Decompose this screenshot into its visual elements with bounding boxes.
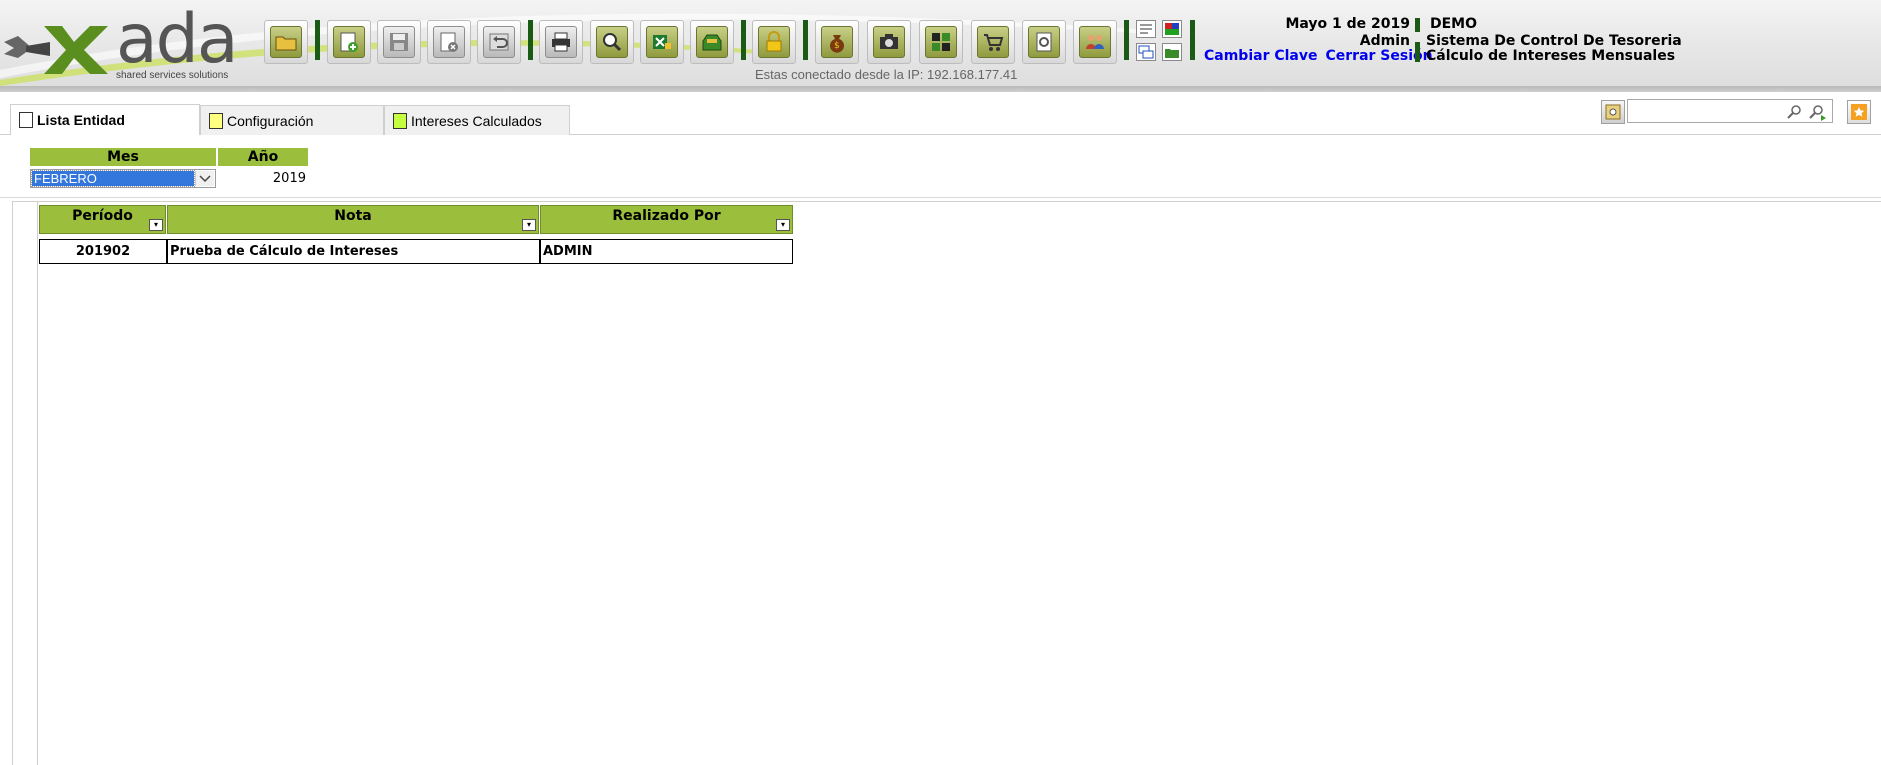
excel-icon <box>653 35 671 49</box>
year-header: Año <box>218 148 308 166</box>
list-view-icon[interactable] <box>1136 20 1156 38</box>
cell-realizado-por[interactable]: ADMIN <box>540 239 793 264</box>
search-box <box>1627 99 1833 123</box>
camera-icon <box>880 34 898 49</box>
windows-icon[interactable] <box>1136 43 1156 61</box>
lock-icon <box>766 31 782 52</box>
save-button[interactable] <box>377 20 421 64</box>
inbox-icon <box>702 34 722 51</box>
calculated-document-icon <box>393 112 407 129</box>
open-folder-button[interactable] <box>264 20 308 64</box>
grid-left-border <box>37 201 38 765</box>
new-button[interactable] <box>327 20 371 64</box>
column-header-nota[interactable]: Nota ▾ <box>167 205 539 234</box>
config-document-icon <box>209 112 223 129</box>
search-options-icon <box>1605 104 1621 120</box>
header-bottom-bar <box>0 86 1881 92</box>
money-bag-icon: $ <box>830 35 844 53</box>
toolbar-separator <box>315 20 320 60</box>
column-header-label: Realizado Por <box>612 208 721 224</box>
month-dropdown-button[interactable] <box>195 171 214 186</box>
filter-dropdown-icon[interactable]: ▾ <box>522 219 536 231</box>
toolbar-separator <box>1190 20 1195 60</box>
app-header: ada shared services solutions $ Estas co… <box>0 0 1881 86</box>
new-document-icon <box>340 32 358 52</box>
ada-logo: ada shared services solutions <box>4 0 244 82</box>
list-document-icon <box>19 112 33 128</box>
flag-icon[interactable] <box>1162 20 1182 38</box>
tab-label: Configuración <box>227 112 314 129</box>
column-header-label: Período <box>72 208 133 224</box>
module-name: Cálculo de Intereses Mensuales <box>1426 48 1676 64</box>
users-icon <box>1086 35 1104 49</box>
search-options-button[interactable] <box>1601 100 1625 124</box>
column-header-periodo[interactable]: Período ▾ <box>39 205 166 234</box>
cell-periodo[interactable]: 201902 <box>39 239 167 264</box>
column-header-realizado-por[interactable]: Realizado Por ▾ <box>540 205 793 234</box>
month-selected-value: FEBRERO <box>31 170 195 187</box>
inbox-button[interactable] <box>690 20 734 64</box>
cart-button[interactable] <box>971 20 1015 64</box>
toolbar-separator <box>1124 20 1129 60</box>
system-name: Sistema De Control De Tesoreria <box>1426 33 1682 49</box>
svg-text:$: $ <box>834 41 840 51</box>
settings-icon <box>1036 32 1052 52</box>
toolbar-separator <box>803 20 808 60</box>
search-next-icon[interactable] <box>1808 103 1828 121</box>
tab-lista-entidad[interactable]: Lista Entidad <box>10 104 200 135</box>
tab-intereses-calculados[interactable]: Intereses Calculados <box>384 105 570 135</box>
delete-button[interactable] <box>427 20 471 64</box>
export-excel-button[interactable] <box>640 20 684 64</box>
delete-icon <box>440 32 458 52</box>
search-input[interactable] <box>1632 102 1786 122</box>
folder-icon <box>275 36 297 51</box>
tab-label: Intereses Calculados <box>411 112 542 129</box>
magnifier-icon <box>603 33 622 52</box>
year-field[interactable]: 2019 <box>218 169 308 188</box>
save-icon <box>390 33 408 51</box>
header-separator <box>1415 18 1420 32</box>
column-header-label: Nota <box>334 208 372 224</box>
logo-mark-icon <box>4 26 108 74</box>
toolbar-separator <box>741 20 746 60</box>
header-separator <box>1415 42 1420 62</box>
money-button[interactable]: $ <box>815 20 859 64</box>
star-icon <box>1851 104 1867 120</box>
undo-icon <box>489 33 509 51</box>
session-links: Cambiar Clave Cerrar Sesión <box>1204 48 1441 64</box>
favorite-button[interactable] <box>1847 100 1871 124</box>
company-name: DEMO <box>1430 16 1478 32</box>
lock-button[interactable] <box>752 20 796 64</box>
month-select[interactable]: FEBRERO <box>30 169 216 188</box>
change-password-link[interactable]: Cambiar Clave <box>1204 48 1318 64</box>
cell-nota[interactable]: Prueba de Cálculo de Intereses <box>167 239 540 264</box>
tab-label: Lista Entidad <box>37 112 125 128</box>
undo-button[interactable] <box>477 20 521 64</box>
filter-divider <box>0 197 1881 198</box>
logo-wordmark: ada <box>116 0 239 79</box>
folder-small-icon[interactable] <box>1162 43 1182 61</box>
connection-ip-text: Estas conectado desde la IP: 192.168.177… <box>755 67 1018 82</box>
logo-tagline: shared services solutions <box>116 70 229 81</box>
month-header: Mes <box>30 148 216 166</box>
users-button[interactable] <box>1073 20 1117 64</box>
print-button[interactable] <box>539 20 583 64</box>
camera-button[interactable] <box>867 20 911 64</box>
settings-button[interactable] <box>1022 20 1066 64</box>
search-icon[interactable] <box>1786 103 1804 121</box>
filter-dropdown-icon[interactable]: ▾ <box>149 219 163 231</box>
filter-dropdown-icon[interactable]: ▾ <box>776 219 790 231</box>
grid-button[interactable] <box>919 20 963 64</box>
printer-icon <box>552 32 570 52</box>
grid-area <box>12 201 1881 765</box>
grid-icon <box>932 33 950 51</box>
current-date: Mayo 1 de 2019 <box>1285 16 1410 32</box>
chevron-down-icon <box>199 174 211 182</box>
toolbar-separator <box>528 20 533 60</box>
preview-button[interactable] <box>590 20 634 64</box>
tab-configuracion[interactable]: Configuración <box>200 105 384 135</box>
current-user: Admin <box>1359 33 1410 49</box>
cart-icon <box>984 34 1004 51</box>
